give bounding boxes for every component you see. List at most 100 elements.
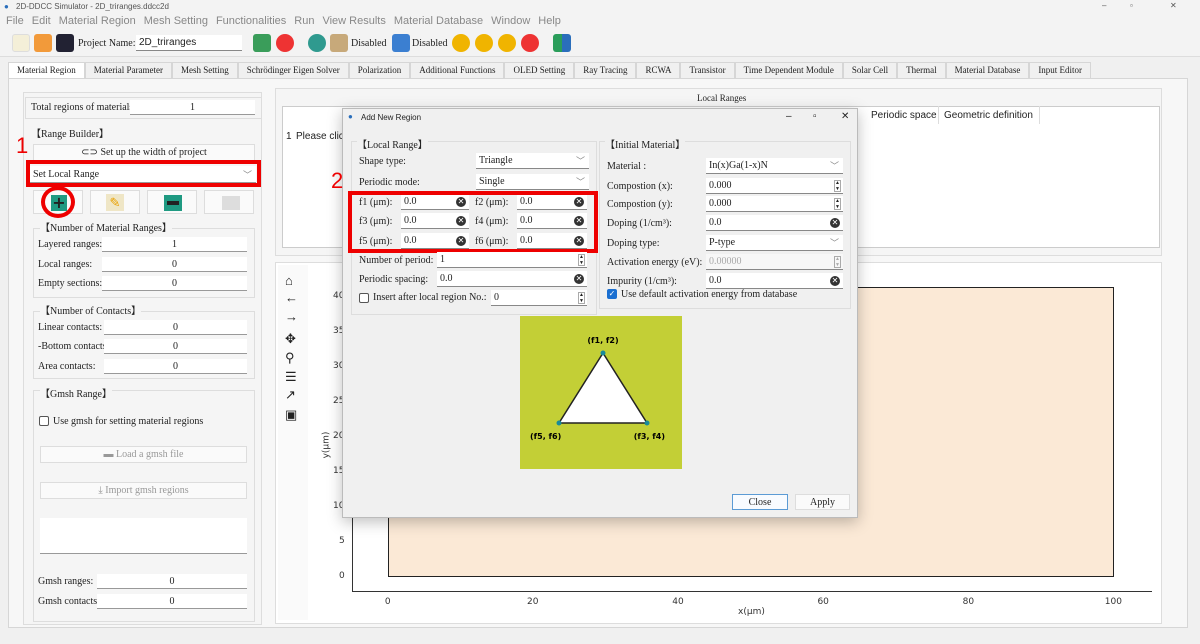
spinner-icon[interactable]: ▲ ▼ [834, 256, 841, 268]
menu-view-results[interactable]: View Results [322, 15, 385, 27]
spinner-icon[interactable]: ▲ ▼ [834, 180, 841, 192]
home-icon[interactable]: ⌂ [285, 273, 293, 289]
doping-type-input[interactable]: P-type ﹀ [706, 235, 843, 251]
back-arrow-icon[interactable]: ← [285, 290, 298, 306]
spinner-icon[interactable]: ▲ ▼ [834, 198, 841, 210]
import-gmsh-button[interactable]: ⤓ Import gmsh regions [40, 482, 247, 499]
gmsh-contacts-label: Gmsh contacts: [38, 596, 100, 607]
tab-mesh-setting[interactable]: Mesh Setting [171, 62, 238, 79]
clear-icon[interactable]: ✕ [830, 218, 840, 228]
clear-icon[interactable]: ✕ [574, 274, 584, 284]
composition-x-input[interactable]: 0.000 ▲ ▼ [706, 178, 843, 194]
menu-window[interactable]: Window [491, 15, 530, 27]
insert-after-input[interactable]: 0 ▲ ▼ [491, 290, 587, 306]
number-of-period-input[interactable]: 1 ▲ ▼ [437, 252, 587, 268]
setup-width-button[interactable]: ⊂⊃ Set up the width of project [33, 144, 255, 161]
triangle-diagram: (f1, f2) (f3, f4) (f5, f6) [520, 316, 682, 469]
spinner-icon[interactable]: ▲ ▼ [578, 254, 585, 266]
batch-run-icon[interactable] [498, 34, 516, 52]
tab-time-dependent[interactable]: Time Dependent Module [734, 62, 843, 79]
zoom-icon[interactable]: ⚲ [285, 350, 295, 366]
refresh-icon[interactable] [276, 34, 294, 52]
new-file-icon[interactable] [12, 34, 30, 52]
insert-after-checkbox[interactable] [359, 293, 369, 303]
menu-material-region[interactable]: Material Region [59, 15, 136, 27]
remove-region-button[interactable] [147, 190, 197, 214]
run-icon[interactable] [452, 34, 470, 52]
tab-ray-tracing[interactable]: Ray Tracing [574, 62, 637, 79]
chart-icon[interactable] [553, 34, 571, 52]
gmsh-text-area[interactable] [40, 518, 247, 554]
maximize-button[interactable]: ▫ [1130, 1, 1133, 10]
y-tick-label: 5 [339, 536, 345, 546]
close-button[interactable]: Close [732, 494, 788, 510]
disabled-status-2[interactable]: Disabled [412, 38, 448, 49]
use-gmsh-checkbox[interactable] [39, 416, 49, 426]
table-row-text[interactable]: Please click [296, 131, 349, 142]
menu-run[interactable]: Run [294, 15, 314, 27]
menu-material-database[interactable]: Material Database [394, 15, 483, 27]
tab-schrodinger[interactable]: Schrödinger Eigen Solver [237, 62, 349, 79]
edit-region-button[interactable]: ✎ [90, 190, 140, 214]
menu-file[interactable]: File [6, 15, 24, 27]
spinner-icon[interactable]: ▲ ▼ [578, 292, 585, 304]
activation-energy-input[interactable]: 0.00000 ▲ ▼ [706, 254, 843, 270]
dialog-maximize-button[interactable]: ▫ [813, 111, 817, 122]
tab-oled-setting[interactable]: OLED Setting [504, 62, 575, 79]
impurity-input[interactable]: 0.0 ✕ [706, 273, 843, 289]
close-window-button[interactable]: ✕ [1170, 1, 1177, 10]
list-icon[interactable] [392, 34, 410, 52]
dialog-close-x[interactable]: ✕ [841, 111, 849, 122]
columns-icon[interactable] [330, 34, 348, 52]
stop-icon[interactable] [521, 34, 539, 52]
annotation-circle [41, 186, 75, 218]
forward-arrow-icon[interactable]: → [285, 309, 298, 325]
menu-help[interactable]: Help [538, 15, 561, 27]
tab-solar-cell[interactable]: Solar Cell [842, 62, 898, 79]
menu-functionalities[interactable]: Functionalities [216, 15, 286, 27]
settings-icon[interactable] [308, 34, 326, 52]
apply-button[interactable]: Apply [795, 494, 850, 510]
menu-edit[interactable]: Edit [32, 15, 51, 27]
save-figure-icon[interactable]: ▣ [285, 407, 297, 423]
composition-y-input[interactable]: 0.000 ▲ ▼ [706, 196, 843, 212]
pan-icon[interactable]: ✥ [285, 331, 296, 347]
shape-type-combo[interactable]: Triangle ﹀ [476, 153, 589, 169]
tab-material-database[interactable]: Material Database [945, 62, 1030, 79]
clear-icon[interactable]: ✕ [830, 276, 840, 286]
column-geometric-definition[interactable]: Geometric definition [944, 110, 1033, 121]
fast-run-icon[interactable] [475, 34, 493, 52]
column-periodic-space[interactable]: Periodic space [871, 110, 937, 121]
periodic-mode-combo[interactable]: Single ﹀ [476, 174, 589, 190]
tab-additional-functions[interactable]: Additional Functions [410, 62, 505, 79]
periodic-spacing-input[interactable]: 0.0 ✕ [437, 271, 587, 287]
periodic-mode-value: Single [479, 176, 505, 187]
composition-x-value: 0.000 [709, 180, 732, 191]
configure-icon[interactable]: ☰ [285, 369, 297, 385]
menu-mesh-setting[interactable]: Mesh Setting [144, 15, 208, 27]
tab-input-editor[interactable]: Input Editor [1029, 62, 1092, 79]
tab-material-parameter[interactable]: Material Parameter [84, 62, 172, 79]
area-contacts-field: 0 [104, 359, 247, 374]
tab-thermal[interactable]: Thermal [897, 62, 946, 79]
total-regions-field: 1 [130, 100, 255, 115]
minimize-button[interactable]: – [1102, 1, 1106, 10]
open-folder-icon[interactable] [34, 34, 52, 52]
use-default-checkbox[interactable]: ✓ [607, 289, 617, 299]
mesh-icon[interactable] [253, 34, 271, 52]
annotation-box-2 [348, 191, 598, 253]
pencil-icon: ✎ [106, 194, 124, 211]
load-gmsh-button[interactable]: ▬ Load a gmsh file [40, 446, 247, 463]
disabled-status-1[interactable]: Disabled [351, 38, 387, 49]
tab-polarization[interactable]: Polarization [348, 62, 411, 79]
tab-rcwa[interactable]: RCWA [636, 62, 681, 79]
tab-material-region[interactable]: Material Region [8, 62, 85, 79]
save-icon[interactable] [56, 34, 74, 52]
material-input[interactable]: In(x)Ga(1-x)N ﹀ [706, 158, 843, 174]
edit-curve-icon[interactable]: ↗ [285, 387, 296, 403]
project-name-input[interactable]: 2D_triranges [136, 35, 242, 51]
doping-input[interactable]: 0.0 ✕ [706, 215, 843, 231]
dialog-minimize-button[interactable]: – [786, 111, 792, 122]
tab-transistor[interactable]: Transistor [680, 62, 735, 79]
folder-button[interactable] [204, 190, 254, 214]
